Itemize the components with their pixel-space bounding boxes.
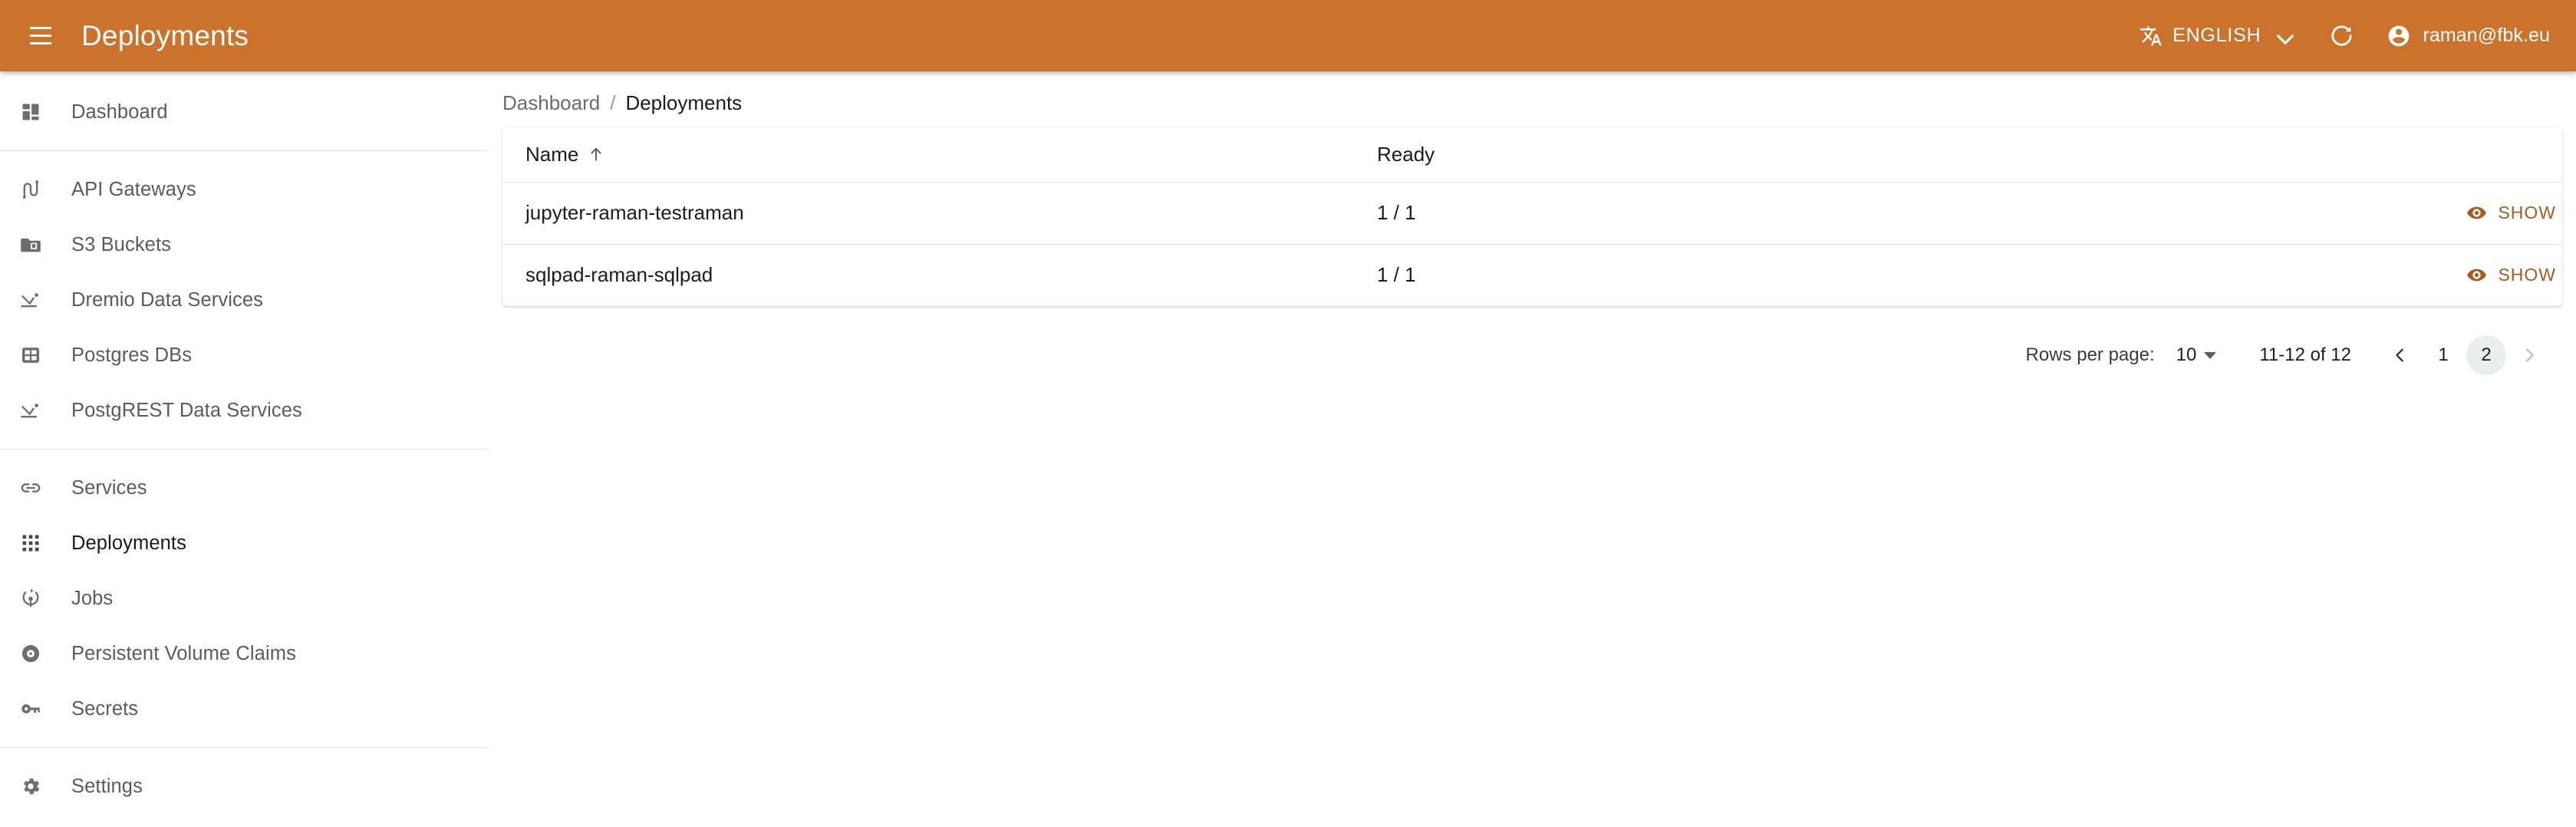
sidebar-item-label: Dashboard xyxy=(71,100,168,123)
data-service-icon xyxy=(20,400,60,421)
hamburger-bar xyxy=(30,35,51,37)
sidebar-item-label: Secrets xyxy=(71,697,139,720)
sidebar-item-label: Settings xyxy=(71,775,143,797)
sidebar-item-label: Services xyxy=(71,476,147,499)
cell-actions: SHOW xyxy=(1676,182,2562,245)
table-head: Name Ready xyxy=(502,127,2562,183)
show-button[interactable]: SHOW xyxy=(2460,197,2562,229)
rows-per-page-select[interactable]: 10 xyxy=(2173,340,2220,371)
account-circle-icon xyxy=(2387,24,2411,48)
sidebar-divider xyxy=(0,449,489,450)
account-menu[interactable]: raman@fbk.eu xyxy=(2383,19,2553,53)
apps-grid-icon xyxy=(20,532,60,554)
table-body: jupyter-raman-testraman 1 / 1 SHOW sqlpa… xyxy=(502,182,2562,306)
sidebar-item-services[interactable]: Services xyxy=(0,460,489,516)
chevron-down-icon xyxy=(2278,28,2294,44)
cell-name: jupyter-raman-testraman xyxy=(502,182,1354,245)
api-gateway-icon xyxy=(20,179,60,200)
sidebar-item-label: Postgres DBs xyxy=(71,344,193,366)
table-row[interactable]: sqlpad-raman-sqlpad 1 / 1 SHOW xyxy=(502,244,2562,306)
sidebar-item-postgres-dbs[interactable]: Postgres DBs xyxy=(0,328,489,383)
deployments-table: Name Ready jupyter-raman-testraman 1 / 1… xyxy=(502,127,2562,306)
page-button-1[interactable]: 1 xyxy=(2423,335,2463,375)
hamburger-menu-icon[interactable] xyxy=(20,15,61,57)
sidebar-item-jobs[interactable]: Jobs xyxy=(0,571,489,626)
caret-down-icon xyxy=(2204,351,2217,359)
hamburger-bar xyxy=(30,42,51,44)
cell-ready: 1 / 1 xyxy=(1354,182,1676,245)
table-row[interactable]: jupyter-raman-testraman 1 / 1 SHOW xyxy=(502,182,2562,245)
account-email: raman@fbk.eu xyxy=(2423,25,2550,46)
cell-ready: 1 / 1 xyxy=(1377,263,1416,287)
sidebar-item-dremio-data-services[interactable]: Dremio Data Services xyxy=(0,272,489,328)
link-icon xyxy=(20,477,60,499)
show-button-label: SHOW xyxy=(2498,265,2556,285)
pagination-controls: 1 2 xyxy=(2380,335,2549,375)
database-grid-icon xyxy=(20,344,60,366)
breadcrumb-separator: / xyxy=(610,91,616,114)
sidebar-item-s3-buckets[interactable]: S3 Buckets xyxy=(0,217,489,272)
breadcrumb-dashboard[interactable]: Dashboard xyxy=(502,91,600,115)
hamburger-bar xyxy=(30,27,51,29)
sidebar-item-secrets[interactable]: Secrets xyxy=(0,681,489,736)
sidebar-item-api-gateways[interactable]: API Gateways xyxy=(0,162,489,217)
sidebar-navigation: Dashboard API Gateways S3 Buckets Dremio… xyxy=(0,71,489,827)
sidebar-item-dashboard[interactable]: Dashboard xyxy=(0,84,489,140)
rows-per-page-label: Rows per page: xyxy=(2025,344,2155,365)
show-button-label: SHOW xyxy=(2498,203,2556,222)
sidebar-item-label: API Gateways xyxy=(71,178,196,200)
next-page-button[interactable] xyxy=(2509,335,2549,375)
column-header-label: Name xyxy=(525,142,579,166)
table-pagination: Rows per page: 10 11-12 of 12 1 2 xyxy=(502,323,2562,387)
refresh-icon[interactable] xyxy=(2319,14,2364,58)
previous-page-button[interactable] xyxy=(2380,335,2420,375)
arrow-up-icon xyxy=(587,145,605,163)
sidebar-item-label: S3 Buckets xyxy=(71,233,171,255)
table-header-row: Name Ready xyxy=(502,127,2562,183)
column-header-label: Ready xyxy=(1377,142,1435,166)
gear-icon xyxy=(20,776,60,797)
breadcrumb: Dashboard / Deployments xyxy=(489,71,2576,115)
eye-icon xyxy=(2466,203,2487,223)
eye-icon xyxy=(2466,265,2487,285)
sidebar-item-deployments[interactable]: Deployments xyxy=(0,516,489,571)
language-label: ENGLISH xyxy=(2172,25,2261,46)
language-selector[interactable]: ENGLISH xyxy=(2132,18,2302,54)
cell-name: sqlpad-raman-sqlpad xyxy=(525,263,713,287)
page-button-2[interactable]: 2 xyxy=(2466,335,2506,375)
storage-disk-icon xyxy=(20,643,60,664)
pagination-range: 11-12 of 12 xyxy=(2259,344,2351,365)
sidebar-divider xyxy=(0,150,489,151)
show-button[interactable]: SHOW xyxy=(2460,259,2562,291)
deployments-table-card: Name Ready jupyter-raman-testraman 1 / 1… xyxy=(502,127,2562,306)
sidebar-item-label: Deployments xyxy=(71,532,186,554)
sidebar-item-label: PostgREST Data Services xyxy=(71,399,302,421)
page-title: Deployments xyxy=(81,19,249,51)
data-service-icon xyxy=(20,289,60,311)
jobs-rotate-icon xyxy=(20,588,60,609)
top-app-bar: Deployments ENGLISH raman@fbk.eu xyxy=(0,0,2576,71)
dashboard-icon xyxy=(20,101,60,123)
breadcrumb-current: Deployments xyxy=(625,91,743,114)
sidebar-item-persistent-volume-claims[interactable]: Persistent Volume Claims xyxy=(0,626,489,681)
sidebar-item-label: Dremio Data Services xyxy=(71,288,263,311)
sidebar-divider xyxy=(0,747,489,748)
column-header-name[interactable]: Name xyxy=(502,127,1354,183)
sidebar-item-label: Jobs xyxy=(71,587,114,609)
rows-per-page-value: 10 xyxy=(2176,344,2197,365)
main-content: Dashboard / Deployments Name Ready jupyt… xyxy=(489,71,2576,827)
column-header-ready[interactable]: Ready xyxy=(1354,127,1676,183)
translate-icon xyxy=(2140,25,2163,48)
sidebar-item-settings[interactable]: Settings xyxy=(0,759,489,814)
s3-bucket-folder-icon xyxy=(20,234,60,255)
sidebar-item-label: Persistent Volume Claims xyxy=(71,642,296,664)
app-bar-actions: ENGLISH raman@fbk.eu xyxy=(2132,14,2553,58)
sidebar-item-postgrest-data-services[interactable]: PostgREST Data Services xyxy=(0,383,489,438)
column-header-actions xyxy=(1676,127,2562,183)
key-icon xyxy=(20,698,60,720)
cell-actions: SHOW xyxy=(1676,244,2562,306)
